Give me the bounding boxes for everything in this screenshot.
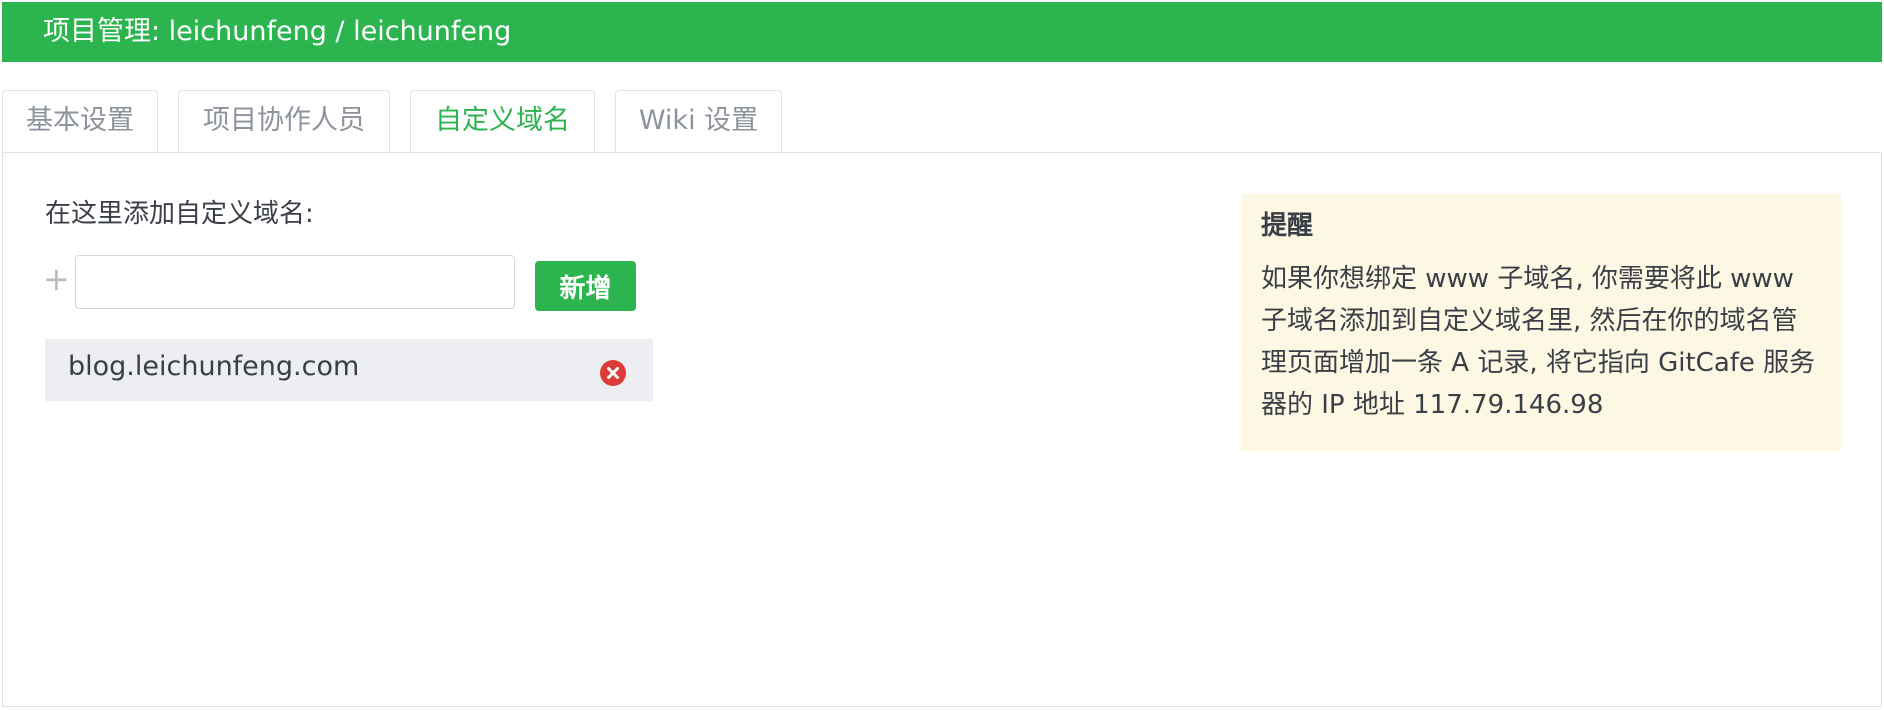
reminder-notice: 提醒 如果你想绑定 www 子域名, 你需要将此 www 子域名添加到自定义域名…: [1241, 194, 1841, 451]
domain-name: blog.leichunfeng.com: [68, 351, 360, 382]
add-domain-label: 在这里添加自定义域名:: [45, 199, 314, 229]
notice-body: 如果你想绑定 www 子域名, 你需要将此 www 子域名添加到自定义域名里, …: [1261, 264, 1816, 420]
notice-title: 提醒: [1261, 211, 1314, 241]
header-bar: 项目管理: leichunfeng / leichunfeng: [2, 2, 1882, 62]
domain-list-item: blog.leichunfeng.com: [45, 339, 653, 401]
tab-collaborators[interactable]: 项目协作人员: [178, 90, 390, 152]
page-title: 项目管理: leichunfeng / leichunfeng: [43, 16, 512, 47]
tab-wiki-settings[interactable]: Wiki 设置: [615, 90, 782, 152]
tab-basic-settings[interactable]: 基本设置: [2, 90, 158, 152]
plus-icon: +: [43, 260, 70, 298]
close-circle-icon[interactable]: [600, 360, 626, 386]
domain-input[interactable]: [75, 255, 515, 309]
tab-bar: 基本设置 项目协作人员 自定义域名 Wiki 设置: [2, 90, 1882, 154]
add-domain-button[interactable]: 新增: [535, 261, 636, 311]
custom-domain-panel: 在这里添加自定义域名: + 新增 blog.leichunfeng.com 提醒…: [2, 152, 1882, 707]
tab-custom-domain[interactable]: 自定义域名: [410, 90, 595, 154]
